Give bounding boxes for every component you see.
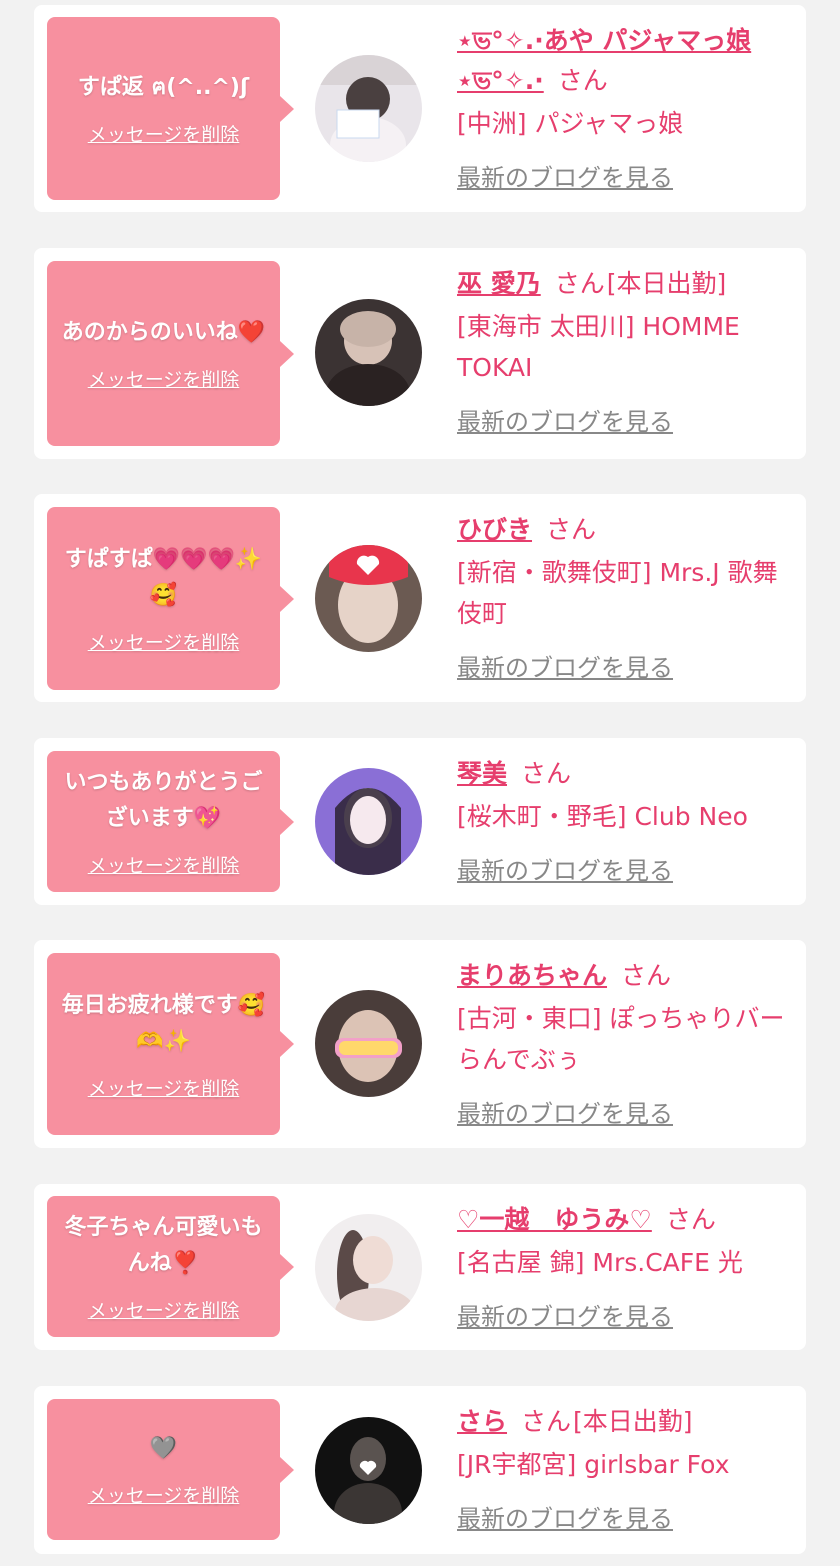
- host-info: ⋆ভ°✧.·あや パジャマっ娘⋆ভ°✧.· さん [中洲] パジャマっ娘 最新のブ…: [457, 21, 794, 193]
- host-name-link[interactable]: 琴美: [457, 759, 507, 788]
- profile-photo-icon: [315, 299, 422, 406]
- message-card: すぱすぱ💗💗💗✨🥰 メッセージを削除 ひびき さん [新宿・歌舞伎町] Mrs.J…: [34, 494, 806, 702]
- shop-text: [中洲] パジャマっ娘: [457, 109, 684, 138]
- san-label: さん: [557, 66, 608, 95]
- delete-message-link[interactable]: メッセージを削除: [88, 365, 240, 392]
- message-card: すぱ返 ฅ(^..^)ʃ メッセージを削除 ⋆ভ°✧.·あや パジャマっ娘⋆ভ°…: [34, 5, 806, 212]
- profile-photo-icon: [315, 1417, 422, 1524]
- avatar[interactable]: [315, 1417, 422, 1524]
- delete-message-link[interactable]: メッセージを削除: [88, 1481, 240, 1508]
- shop-text: [名古屋 錦] Mrs.CAFE 光: [457, 1248, 743, 1277]
- message-text: すぱすぱ💗💗💗✨🥰: [64, 547, 263, 608]
- host-info: まりあちゃん さん [古河・東口] ぽっちゃりバー らんでぶぅ 最新のブログを見る: [457, 956, 794, 1129]
- host-info: 巫 愛乃 さん[本日出勤] [東海市 太田川] HOMME TOKAI 最新のブロ…: [457, 264, 794, 437]
- delete-message-link[interactable]: メッセージを削除: [88, 628, 240, 655]
- message-card: 🩶 メッセージを削除 さら さん[本日出勤] [JR宇都宮] girlsbar F…: [34, 1386, 806, 1554]
- message-card: 冬子ちゃん可愛いもんね❣️ メッセージを削除 ♡一越 ゆうみ♡ さん [名古屋 錦…: [34, 1184, 806, 1350]
- san-label: さん: [554, 269, 605, 298]
- message-bubble: すぱすぱ💗💗💗✨🥰 メッセージを削除: [47, 507, 294, 690]
- message-text: 冬子ちゃん可愛いもんね❣️: [64, 1215, 263, 1276]
- san-label: さん: [521, 759, 572, 788]
- message-card: いつもありがとうございます💖 メッセージを削除 琴美 さん [桜木町・野毛] Cl…: [34, 738, 806, 905]
- san-label: さん: [665, 1205, 716, 1234]
- san-label: さん: [621, 961, 672, 990]
- message-card: あのからのいいね❤️ メッセージを削除 巫 愛乃 さん[本日出勤] [東海市 太田…: [34, 248, 806, 459]
- message-text: いつもありがとうございます💖: [64, 770, 263, 831]
- delete-message-link[interactable]: メッセージを削除: [88, 120, 240, 147]
- message-text: 毎日お疲れ様です🥰🫶✨: [61, 992, 266, 1054]
- work-status: [本日出勤]: [573, 1407, 693, 1436]
- host-name-link[interactable]: まりあちゃん: [457, 961, 607, 990]
- host-info: 琴美 さん [桜木町・野毛] Club Neo 最新のブログを見る: [457, 754, 794, 886]
- host-info: さら さん[本日出勤] [JR宇都宮] girlsbar Fox 最新のブログを見…: [457, 1402, 794, 1534]
- delete-message-link[interactable]: メッセージを削除: [88, 851, 240, 878]
- latest-blog-link[interactable]: 最新のブログを見る: [457, 402, 673, 437]
- profile-photo-icon: [315, 768, 422, 875]
- avatar[interactable]: [315, 768, 422, 875]
- host-info: ♡一越 ゆうみ♡ さん [名古屋 錦] Mrs.CAFE 光 最新のブログを見る: [457, 1200, 794, 1332]
- latest-blog-link[interactable]: 最新のブログを見る: [457, 1499, 673, 1534]
- avatar[interactable]: [315, 545, 422, 652]
- host-name-link[interactable]: ♡一越 ゆうみ♡: [457, 1205, 652, 1234]
- message-text: あのからのいいね❤️: [61, 320, 266, 345]
- message-bubble: 🩶 メッセージを削除: [47, 1399, 294, 1540]
- message-list: すぱ返 ฅ(^..^)ʃ メッセージを削除 ⋆ভ°✧.·あや パジャマっ娘⋆ভ°…: [0, 0, 840, 1566]
- latest-blog-link[interactable]: 最新のブログを見る: [457, 158, 673, 193]
- profile-photo-icon: [315, 55, 422, 162]
- host-name-link[interactable]: ひびき: [457, 515, 532, 544]
- shop-text: [桜木町・野毛] Club Neo: [457, 802, 748, 831]
- shop-text: [JR宇都宮] girlsbar Fox: [457, 1450, 730, 1479]
- avatar[interactable]: [315, 990, 422, 1097]
- message-text: すぱ返 ฅ(^..^)ʃ: [77, 75, 250, 100]
- shop-text: [古河・東口] ぽっちゃりバー らんでぶぅ: [457, 1004, 785, 1074]
- message-bubble: 毎日お疲れ様です🥰🫶✨ メッセージを削除: [47, 953, 294, 1135]
- profile-photo-icon: [315, 545, 422, 652]
- delete-message-link[interactable]: メッセージを削除: [88, 1074, 240, 1101]
- message-bubble: あのからのいいね❤️ メッセージを削除: [47, 261, 294, 446]
- latest-blog-link[interactable]: 最新のブログを見る: [457, 1297, 673, 1332]
- host-name-link[interactable]: 巫 愛乃: [457, 269, 541, 298]
- avatar[interactable]: [315, 1214, 422, 1321]
- message-text: 🩶: [149, 1436, 178, 1461]
- message-bubble: 冬子ちゃん可愛いもんね❣️ メッセージを削除: [47, 1196, 294, 1337]
- shop-text: [東海市 太田川] HOMME TOKAI: [457, 312, 740, 382]
- latest-blog-link[interactable]: 最新のブログを見る: [457, 851, 673, 886]
- avatar[interactable]: [315, 55, 422, 162]
- profile-photo-icon: [315, 1214, 422, 1321]
- delete-message-link[interactable]: メッセージを削除: [88, 1296, 240, 1323]
- latest-blog-link[interactable]: 最新のブログを見る: [457, 648, 673, 683]
- shop-text: [新宿・歌舞伎町] Mrs.J 歌舞伎町: [457, 558, 778, 628]
- work-status: [本日出勤]: [606, 269, 727, 298]
- profile-photo-icon: [315, 990, 422, 1097]
- message-bubble: いつもありがとうございます💖 メッセージを削除: [47, 751, 294, 892]
- san-label: さん: [546, 515, 597, 544]
- host-info: ひびき さん [新宿・歌舞伎町] Mrs.J 歌舞伎町 最新のブログを見る: [457, 510, 794, 683]
- san-label: さん: [521, 1407, 572, 1436]
- message-card: 毎日お疲れ様です🥰🫶✨ メッセージを削除 まりあちゃん さん [古河・東口] ぽっ…: [34, 940, 806, 1148]
- message-bubble: すぱ返 ฅ(^..^)ʃ メッセージを削除: [47, 17, 294, 200]
- host-name-link[interactable]: さら: [457, 1407, 507, 1436]
- latest-blog-link[interactable]: 最新のブログを見る: [457, 1094, 673, 1129]
- avatar[interactable]: [315, 299, 422, 406]
